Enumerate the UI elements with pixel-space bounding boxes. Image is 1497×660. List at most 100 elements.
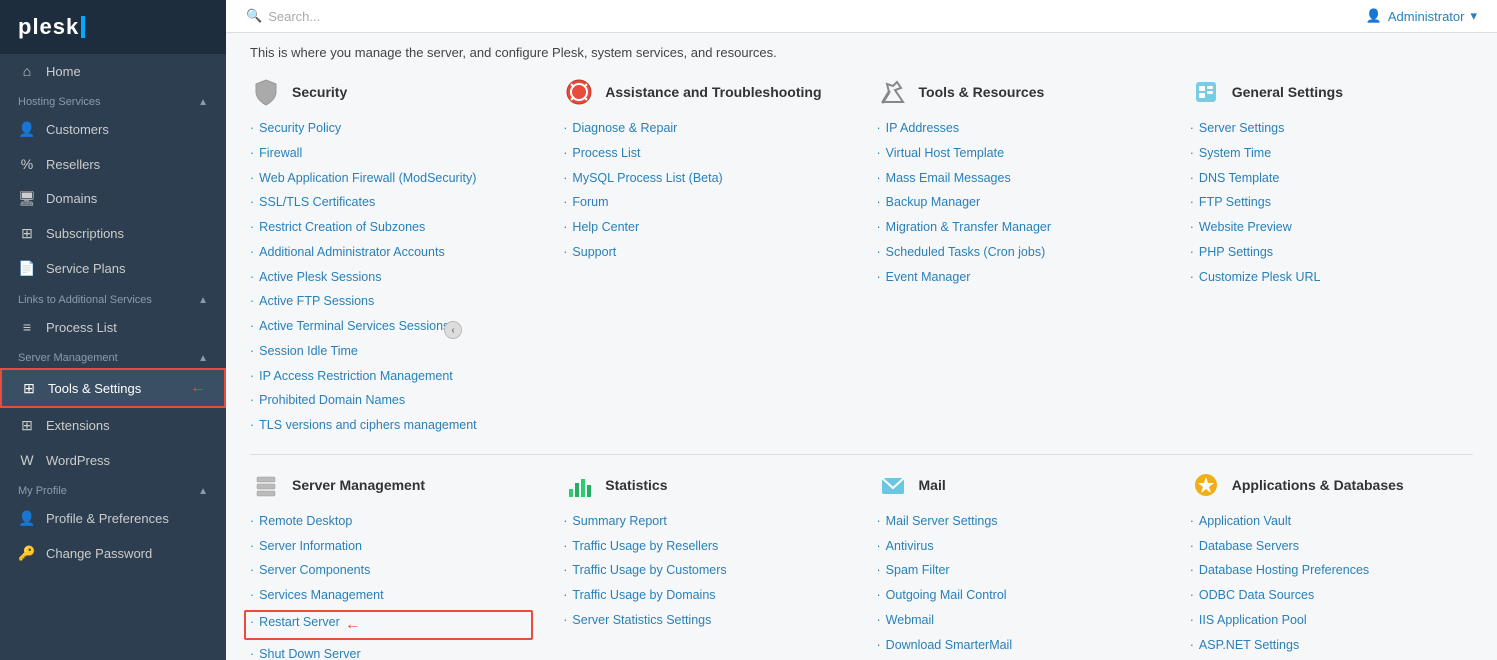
section-title-security: Security xyxy=(292,84,347,100)
search-placeholder: Search... xyxy=(268,9,320,24)
hosting-section-label: Hosting Services xyxy=(18,96,101,108)
section-title-assistance: Assistance and Troubleshooting xyxy=(605,84,821,100)
link-tools-1[interactable]: Virtual Host Template xyxy=(877,143,1160,164)
profile-icon: 👤 xyxy=(18,510,36,527)
profile-section-label: My Profile xyxy=(18,485,67,497)
user-chevron: ▾ xyxy=(1470,8,1477,24)
sidebar-item-process-list[interactable]: ≡ Process List xyxy=(0,310,226,344)
link-general-5[interactable]: PHP Settings xyxy=(1190,242,1473,263)
link-mail-3[interactable]: Outgoing Mail Control xyxy=(877,585,1160,606)
search-icon: 🔍 xyxy=(246,8,262,24)
wordpress-label: WordPress xyxy=(46,453,110,468)
link-mail-4[interactable]: Webmail xyxy=(877,610,1160,631)
link-assistance-1[interactable]: Process List xyxy=(563,143,846,164)
section-header-applications: Applications & Databases xyxy=(1190,469,1473,501)
link-security-10[interactable]: IP Access Restriction Management xyxy=(250,366,533,387)
section-assistance: Assistance and Troubleshooting Diagnose &… xyxy=(563,76,846,436)
link-general-3[interactable]: FTP Settings xyxy=(1190,192,1473,213)
link-mail-5[interactable]: Download SmarterMail xyxy=(877,635,1160,656)
link-statistics-1[interactable]: Traffic Usage by Resellers xyxy=(563,536,846,557)
link-general-4[interactable]: Website Preview xyxy=(1190,217,1473,238)
sidebar-collapse-button[interactable]: ‹ xyxy=(444,321,462,339)
section-icon-statistics xyxy=(563,469,595,501)
section-title-applications: Applications & Databases xyxy=(1232,477,1404,493)
link-general-6[interactable]: Customize Plesk URL xyxy=(1190,267,1473,288)
tools-settings-arrow: ← xyxy=(190,379,206,397)
link-security-4[interactable]: Restrict Creation of Subzones xyxy=(250,217,533,238)
search-container[interactable]: 🔍 Search... xyxy=(246,8,320,24)
link-server-management-4[interactable]: Restart Server ← xyxy=(244,610,533,640)
link-statistics-4[interactable]: Server Statistics Settings xyxy=(563,610,846,631)
link-general-0[interactable]: Server Settings xyxy=(1190,118,1473,139)
link-mail-1[interactable]: Antivirus xyxy=(877,536,1160,557)
link-assistance-3[interactable]: Forum xyxy=(563,192,846,213)
sidebar-item-extensions[interactable]: ⊞ Extensions xyxy=(0,408,226,443)
link-applications-0[interactable]: Application Vault xyxy=(1190,511,1473,532)
section-icon-tools xyxy=(877,76,909,108)
sidebar-item-customers[interactable]: 👤 Customers xyxy=(0,112,226,147)
sidebar-item-wordpress[interactable]: W WordPress xyxy=(0,443,226,477)
link-assistance-2[interactable]: MySQL Process List (Beta) xyxy=(563,168,846,189)
link-server-management-1[interactable]: Server Information xyxy=(250,536,533,557)
section-server-management: Server Management Remote Desktop Server In… xyxy=(250,469,533,660)
link-tools-4[interactable]: Migration & Transfer Manager xyxy=(877,217,1160,238)
link-server-management-3[interactable]: Services Management xyxy=(250,585,533,606)
section-mail: MailMail Server SettingsAntivirusSpam Fi… xyxy=(877,469,1160,660)
link-general-2[interactable]: DNS Template xyxy=(1190,168,1473,189)
link-mail-2[interactable]: Spam Filter xyxy=(877,560,1160,581)
sidebar-item-subscriptions[interactable]: ⊞ Subscriptions xyxy=(0,216,226,251)
link-security-0[interactable]: Security Policy xyxy=(250,118,533,139)
link-security-2[interactable]: Web Application Firewall (ModSecurity) xyxy=(250,168,533,189)
link-statistics-2[interactable]: Traffic Usage by Customers xyxy=(563,560,846,581)
link-security-9[interactable]: Session Idle Time xyxy=(250,341,533,362)
link-tools-5[interactable]: Scheduled Tasks (Cron jobs) xyxy=(877,242,1160,263)
sidebar-item-resellers[interactable]: % Resellers xyxy=(0,147,226,181)
process-list-label: Process List xyxy=(46,320,117,335)
link-assistance-4[interactable]: Help Center xyxy=(563,217,846,238)
link-statistics-0[interactable]: Summary Report xyxy=(563,511,846,532)
link-security-8[interactable]: Active Terminal Services Sessions xyxy=(250,316,533,337)
sidebar-item-home[interactable]: ⌂ Home xyxy=(0,54,226,88)
link-assistance-0[interactable]: Diagnose & Repair xyxy=(563,118,846,139)
home-icon: ⌂ xyxy=(18,63,36,79)
sidebar-item-tools-settings[interactable]: ⊞ Tools & Settings ← xyxy=(0,368,226,408)
service-plans-label: Service Plans xyxy=(46,261,125,276)
section-header-server-management: Server Management xyxy=(250,469,533,501)
link-tools-6[interactable]: Event Manager xyxy=(877,267,1160,288)
section-icon-mail xyxy=(877,469,909,501)
link-server-management-0[interactable]: Remote Desktop xyxy=(250,511,533,532)
sidebar-section-links[interactable]: Links to Additional Services ▲ xyxy=(0,286,226,310)
link-security-12[interactable]: TLS versions and ciphers management xyxy=(250,415,533,436)
sidebar-item-change-password[interactable]: 🔑 Change Password xyxy=(0,536,226,571)
link-mail-0[interactable]: Mail Server Settings xyxy=(877,511,1160,532)
sidebar-section-profile[interactable]: My Profile ▲ xyxy=(0,477,226,501)
link-security-6[interactable]: Active Plesk Sessions xyxy=(250,267,533,288)
link-server-management-2[interactable]: Server Components xyxy=(250,560,533,581)
link-applications-5[interactable]: ASP.NET Settings xyxy=(1190,635,1473,656)
link-applications-4[interactable]: IIS Application Pool xyxy=(1190,610,1473,631)
link-applications-3[interactable]: ODBC Data Sources xyxy=(1190,585,1473,606)
link-tools-2[interactable]: Mass Email Messages xyxy=(877,168,1160,189)
user-info[interactable]: 👤 Administrator ▾ xyxy=(1366,8,1477,24)
link-applications-2[interactable]: Database Hosting Preferences xyxy=(1190,560,1473,581)
server-section-label: Server Management xyxy=(18,352,118,364)
link-general-1[interactable]: System Time xyxy=(1190,143,1473,164)
link-security-3[interactable]: SSL/TLS Certificates xyxy=(250,192,533,213)
sidebar-section-server[interactable]: Server Management ▲ xyxy=(0,344,226,368)
sidebar-item-domains[interactable]: 🖥 Domains xyxy=(0,181,226,216)
link-security-11[interactable]: Prohibited Domain Names xyxy=(250,390,533,411)
link-security-5[interactable]: Additional Administrator Accounts xyxy=(250,242,533,263)
section-title-tools: Tools & Resources xyxy=(919,84,1045,100)
sidebar-item-profile-preferences[interactable]: 👤 Profile & Preferences xyxy=(0,501,226,536)
link-security-7[interactable]: Active FTP Sessions xyxy=(250,291,533,312)
link-assistance-5[interactable]: Support xyxy=(563,242,846,263)
sidebar-item-service-plans[interactable]: 📄 Service Plans xyxy=(0,251,226,286)
sidebar-section-hosting[interactable]: Hosting Services ▲ xyxy=(0,88,226,112)
link-tools-3[interactable]: Backup Manager xyxy=(877,192,1160,213)
link-server-management-5[interactable]: Shut Down Server xyxy=(250,644,533,660)
link-statistics-3[interactable]: Traffic Usage by Domains xyxy=(563,585,846,606)
link-tools-0[interactable]: IP Addresses xyxy=(877,118,1160,139)
link-security-1[interactable]: Firewall xyxy=(250,143,533,164)
link-applications-1[interactable]: Database Servers xyxy=(1190,536,1473,557)
section-icon-assistance xyxy=(563,76,595,108)
